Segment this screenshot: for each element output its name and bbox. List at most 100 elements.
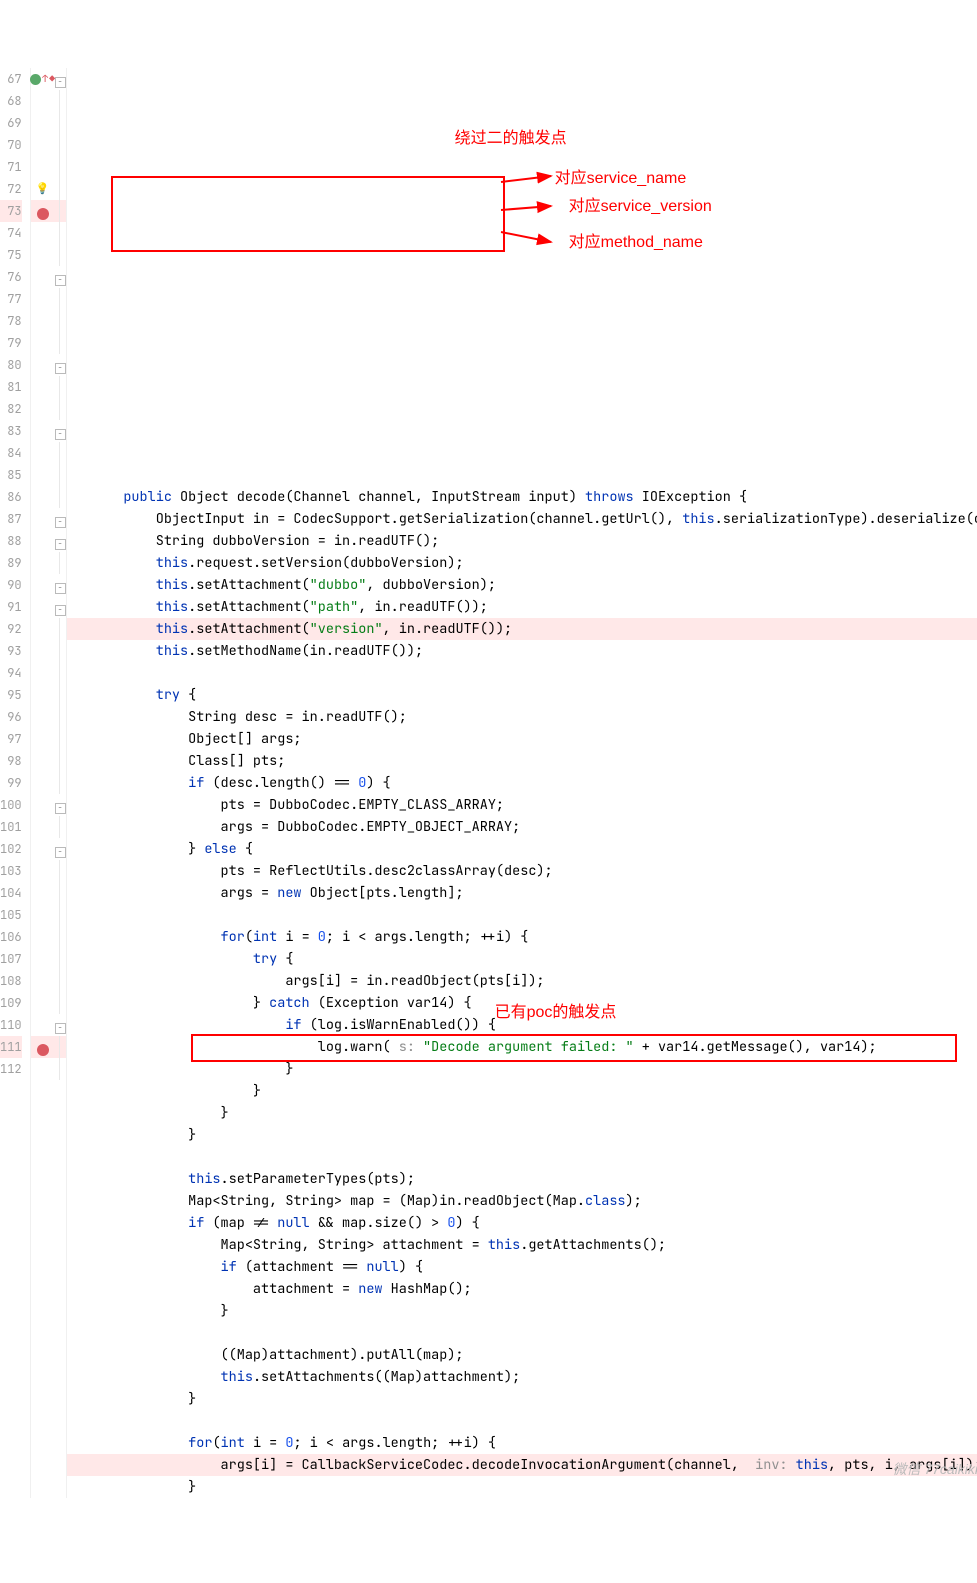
- line-number[interactable]: 98: [0, 750, 22, 772]
- code-line[interactable]: args = DubboCodec.EMPTY_OBJECT_ARRAY;: [67, 816, 977, 838]
- line-number[interactable]: 99: [0, 772, 22, 794]
- code-line[interactable]: this.setAttachments((Map)attachment);: [67, 1366, 977, 1388]
- line-number[interactable]: 87: [0, 508, 22, 530]
- fold-toggle-icon[interactable]: −: [55, 803, 66, 814]
- fold-gutter[interactable]: −−−−−−−−−−−: [55, 68, 67, 1498]
- code-line[interactable]: [67, 1322, 977, 1344]
- code-line[interactable]: attachment = new HashMap();: [67, 1278, 977, 1300]
- line-number[interactable]: 107: [0, 948, 22, 970]
- marker-gutter[interactable]: ↑◆ 💡: [31, 68, 55, 1498]
- code-line[interactable]: for(int i = 0; i < args.length; ++i) {: [67, 926, 977, 948]
- code-line[interactable]: this.setAttachment("dubbo", dubboVersion…: [67, 574, 977, 596]
- code-line[interactable]: }: [67, 1058, 977, 1080]
- fold-toggle-icon[interactable]: −: [55, 275, 66, 286]
- line-number[interactable]: 94: [0, 662, 22, 684]
- line-number[interactable]: 109: [0, 992, 22, 1014]
- code-line[interactable]: pts = DubboCodec.EMPTY_CLASS_ARRAY;: [67, 794, 977, 816]
- code-line[interactable]: }: [67, 1476, 977, 1498]
- code-line[interactable]: Object[] args;: [67, 728, 977, 750]
- line-number[interactable]: 78: [0, 310, 22, 332]
- line-number[interactable]: 103: [0, 860, 22, 882]
- code-line[interactable]: this.setParameterTypes(pts);: [67, 1168, 977, 1190]
- code-area[interactable]: 绕过二的触发点 对应service_name 对应service_version…: [67, 68, 977, 1498]
- code-line[interactable]: if (desc.length() == 0) {: [67, 772, 977, 794]
- line-number[interactable]: 112: [0, 1058, 22, 1080]
- code-line[interactable]: Class[] pts;: [67, 750, 977, 772]
- line-number[interactable]: 96: [0, 706, 22, 728]
- line-number[interactable]: 92: [0, 618, 22, 640]
- line-number[interactable]: 102: [0, 838, 22, 860]
- code-line[interactable]: if (attachment == null) {: [67, 1256, 977, 1278]
- code-line[interactable]: for(int i = 0; i < args.length; ++i) {: [67, 1432, 977, 1454]
- code-line[interactable]: } else {: [67, 838, 977, 860]
- breakpoint-icon[interactable]: [37, 208, 49, 220]
- line-number[interactable]: 72: [0, 178, 22, 200]
- fold-toggle-icon[interactable]: −: [55, 517, 66, 528]
- line-number[interactable]: 82: [0, 398, 22, 420]
- code-line[interactable]: [67, 904, 977, 926]
- code-line[interactable]: Map<String, String> map = (Map)in.readOb…: [67, 1190, 977, 1212]
- line-number[interactable]: 84: [0, 442, 22, 464]
- line-number[interactable]: 100: [0, 794, 22, 816]
- line-number[interactable]: 89: [0, 552, 22, 574]
- line-number[interactable]: 104: [0, 882, 22, 904]
- line-number[interactable]: 88: [0, 530, 22, 552]
- fold-toggle-icon[interactable]: −: [55, 363, 66, 374]
- line-number[interactable]: 108: [0, 970, 22, 992]
- code-line[interactable]: try {: [67, 684, 977, 706]
- line-number[interactable]: 110: [0, 1014, 22, 1036]
- fold-toggle-icon[interactable]: −: [55, 429, 66, 440]
- code-line[interactable]: log.warn( s: "Decode argument failed: " …: [67, 1036, 977, 1058]
- code-line[interactable]: String desc = in.readUTF();: [67, 706, 977, 728]
- line-number[interactable]: 75: [0, 244, 22, 266]
- fold-toggle-icon[interactable]: −: [55, 583, 66, 594]
- line-number[interactable]: 85: [0, 464, 22, 486]
- code-line[interactable]: this.setAttachment("path", in.readUTF())…: [67, 596, 977, 618]
- code-line[interactable]: args[i] = CallbackServiceCodec.decodeInv…: [67, 1454, 977, 1476]
- fold-toggle-icon[interactable]: −: [55, 539, 66, 550]
- line-number[interactable]: 79: [0, 332, 22, 354]
- line-number[interactable]: 86: [0, 486, 22, 508]
- run-line-icon[interactable]: ↑◆: [30, 68, 55, 90]
- code-line[interactable]: this.setMethodName(in.readUTF());: [67, 640, 977, 662]
- code-line[interactable]: ObjectInput in = CodecSupport.getSeriali…: [67, 508, 977, 530]
- line-number[interactable]: 77: [0, 288, 22, 310]
- code-line[interactable]: this.request.setVersion(dubboVersion);: [67, 552, 977, 574]
- line-number[interactable]: 101: [0, 816, 22, 838]
- code-line[interactable]: }: [67, 1388, 977, 1410]
- code-line[interactable]: } catch (Exception var14) {: [67, 992, 977, 1014]
- fold-toggle-icon[interactable]: −: [55, 77, 66, 88]
- line-number[interactable]: 73: [0, 200, 22, 222]
- code-line[interactable]: }: [67, 1102, 977, 1124]
- code-line[interactable]: ((Map)attachment).putAll(map);: [67, 1344, 977, 1366]
- code-line[interactable]: public Object decode(Channel channel, In…: [67, 486, 977, 508]
- line-number[interactable]: 95: [0, 684, 22, 706]
- line-number[interactable]: 97: [0, 728, 22, 750]
- code-line[interactable]: [67, 1146, 977, 1168]
- line-number[interactable]: 69: [0, 112, 22, 134]
- breakpoint-icon[interactable]: [37, 1044, 49, 1056]
- code-line[interactable]: pts = ReflectUtils.desc2classArray(desc)…: [67, 860, 977, 882]
- line-number[interactable]: 105: [0, 904, 22, 926]
- lightbulb-icon[interactable]: 💡: [36, 178, 50, 200]
- line-number[interactable]: 71: [0, 156, 22, 178]
- code-line[interactable]: if (map != null && map.size() > 0) {: [67, 1212, 977, 1234]
- code-line[interactable]: [67, 1410, 977, 1432]
- line-number[interactable]: 90: [0, 574, 22, 596]
- code-line[interactable]: try {: [67, 948, 977, 970]
- code-line[interactable]: if (log.isWarnEnabled()) {: [67, 1014, 977, 1036]
- line-number[interactable]: 74: [0, 222, 22, 244]
- line-number[interactable]: 67: [0, 68, 22, 90]
- line-number[interactable]: 106: [0, 926, 22, 948]
- line-number[interactable]: 76: [0, 266, 22, 288]
- code-line[interactable]: [67, 662, 977, 684]
- code-line[interactable]: }: [67, 1080, 977, 1102]
- code-line[interactable]: this.setAttachment("version", in.readUTF…: [67, 618, 977, 640]
- line-number[interactable]: 111: [0, 1036, 22, 1058]
- code-line[interactable]: args = new Object[pts.length];: [67, 882, 977, 904]
- line-number-gutter[interactable]: 6768697071727374757677787980818283848586…: [0, 68, 31, 1498]
- line-number[interactable]: 93: [0, 640, 22, 662]
- line-number[interactable]: 80: [0, 354, 22, 376]
- line-number[interactable]: 91: [0, 596, 22, 618]
- line-number[interactable]: 70: [0, 134, 22, 156]
